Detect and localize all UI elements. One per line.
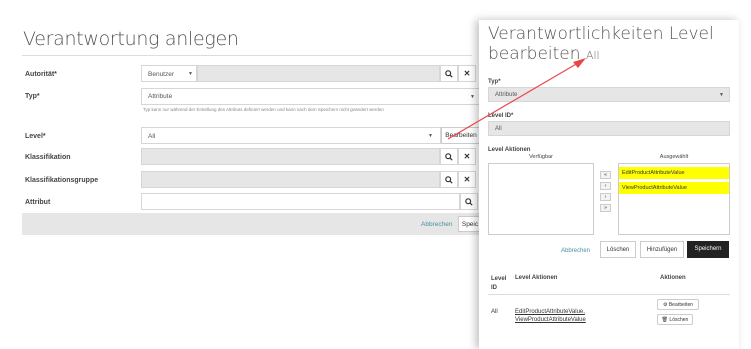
- move-right-button[interactable]: ›: [600, 193, 611, 201]
- autoritaet-select[interactable]: Benutzer ▼: [141, 65, 197, 82]
- list-item[interactable]: EditProductAttributeValue: [619, 167, 729, 179]
- typ-hint: Typ kann nur während der Erstellung des …: [143, 107, 384, 112]
- chevron-down-icon: ▼: [428, 133, 433, 139]
- modal-save-button[interactable]: Speichern: [687, 241, 729, 258]
- table-header-level-actions: Level Aktionen: [515, 275, 558, 281]
- close-icon[interactable]: ✕: [458, 148, 476, 165]
- form-footer: [22, 213, 482, 235]
- modal-add-button[interactable]: Hinzufügen: [640, 241, 684, 258]
- trash-icon: 🗑: [661, 317, 669, 323]
- available-label: Verfügbar: [529, 154, 553, 160]
- table-header-actions: Aktionen: [660, 275, 686, 281]
- gear-icon: ⚙: [662, 302, 668, 308]
- klassifikationsgruppe-input[interactable]: [141, 171, 440, 188]
- row-edit-button[interactable]: ⚙ Bearbeiten: [657, 299, 699, 310]
- autoritaet-input[interactable]: [197, 65, 440, 82]
- row-delete-button[interactable]: 🗑 Löschen: [657, 314, 693, 325]
- cancel-link[interactable]: Abbrechen: [421, 221, 452, 228]
- table-divider: [488, 294, 730, 295]
- selected-label: Ausgewählt: [659, 154, 689, 160]
- chevron-down-icon: ▼: [719, 92, 724, 98]
- typ-label: Typ*: [25, 93, 40, 100]
- typ-select[interactable]: Attribute ▼: [141, 88, 480, 105]
- page-title: Verantwortung anlegen: [23, 28, 239, 50]
- row-edit-label: Bearbeiten: [668, 302, 694, 308]
- klassifikation-input[interactable]: [141, 148, 440, 165]
- autoritaet-label: Autorität*: [25, 71, 57, 78]
- available-list[interactable]: [488, 163, 594, 235]
- attribut-input[interactable]: [141, 193, 460, 210]
- modal-delete-button[interactable]: Löschen: [600, 241, 636, 258]
- title-divider: [22, 55, 472, 56]
- attribut-label: Attribut: [25, 199, 51, 206]
- search-icon[interactable]: [440, 148, 458, 165]
- klassifikationsgruppe-label: Klassifikationsgruppe: [25, 177, 99, 184]
- klassifikation-label: Klassifikation: [25, 154, 71, 161]
- modal-cancel-link[interactable]: Abbrechen: [561, 248, 590, 254]
- typ-value: Attribute: [148, 93, 173, 100]
- autoritaet-value: Benutzer: [148, 71, 175, 78]
- table-header-level-id: Level ID: [491, 276, 507, 291]
- close-icon[interactable]: ✕: [458, 171, 476, 188]
- level-value: All: [148, 133, 156, 140]
- row-actions-line2[interactable]: ViewProductAttributeValue: [515, 317, 586, 323]
- level-label: Level*: [25, 133, 46, 140]
- selected-list[interactable]: EditProductAttributeValue ViewProductAtt…: [618, 163, 730, 235]
- move-all-right-button[interactable]: »: [600, 204, 611, 212]
- level-select[interactable]: All ▼: [141, 127, 441, 144]
- row-delete-label: Löschen: [669, 317, 689, 323]
- chevron-down-icon: ▼: [188, 71, 193, 77]
- search-icon[interactable]: [460, 193, 478, 210]
- search-icon[interactable]: [440, 171, 458, 188]
- row-actions-line1[interactable]: EditProductAttributeValue,: [515, 309, 585, 315]
- list-item[interactable]: ViewProductAttributeValue: [619, 182, 729, 194]
- move-left-button[interactable]: ‹: [600, 182, 611, 190]
- red-arrow: [447, 58, 586, 140]
- move-all-left-button[interactable]: «: [600, 171, 611, 179]
- row-level-id: All: [491, 309, 498, 315]
- level-actions-label: Level Aktionen: [488, 147, 531, 153]
